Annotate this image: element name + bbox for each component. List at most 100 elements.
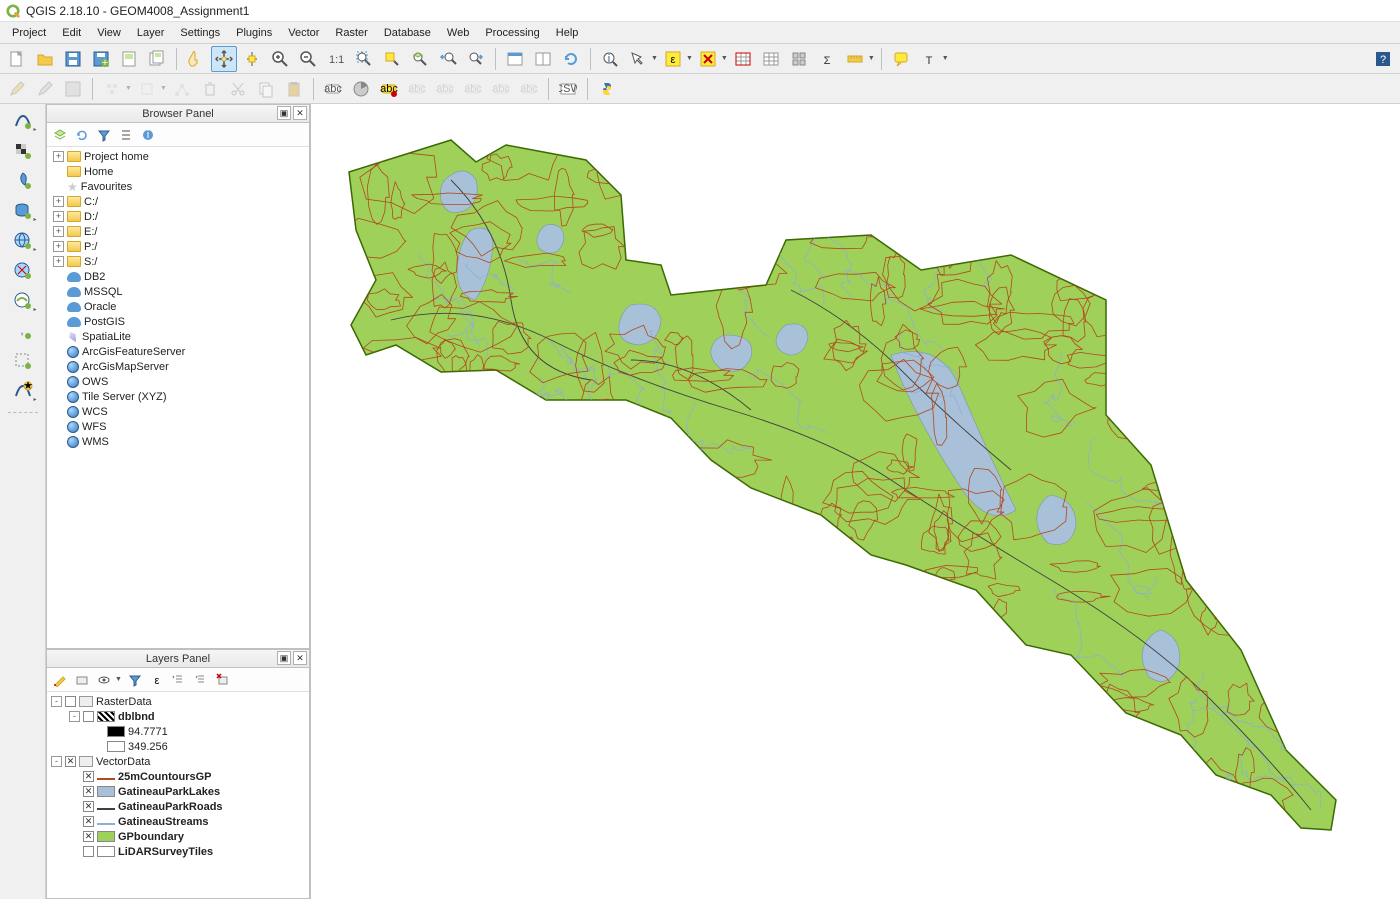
layers-panel-header[interactable]: Layers Panel ▣ ✕ (47, 650, 309, 668)
open-attribute-table-button[interactable] (730, 46, 756, 72)
layer-group[interactable]: -RasterData (49, 694, 307, 709)
refresh-button[interactable] (558, 46, 584, 72)
add-wcs-layer-button[interactable] (10, 258, 36, 284)
zoom-native-button[interactable]: 1:1 (323, 46, 349, 72)
add-virtual-layer-button[interactable] (10, 348, 36, 374)
add-group-icon[interactable] (73, 671, 91, 689)
add-delimited-layer-button[interactable]: , (10, 318, 36, 344)
zoom-last-button[interactable] (435, 46, 461, 72)
paste-button[interactable] (281, 76, 307, 102)
browser-item[interactable]: Tile Server (XYZ) (49, 389, 307, 404)
menu-web[interactable]: Web (439, 25, 477, 41)
browser-item[interactable]: ArcGisMapServer (49, 359, 307, 374)
menu-edit[interactable]: Edit (54, 25, 89, 41)
deselect-button[interactable] (695, 46, 721, 72)
menu-processing[interactable]: Processing (477, 25, 547, 41)
zoom-next-button[interactable] (463, 46, 489, 72)
menu-view[interactable]: View (89, 25, 129, 41)
current-edits-button[interactable] (4, 76, 30, 102)
composer-manager-button[interactable] (144, 46, 170, 72)
layer-item[interactable]: LiDARSurveyTiles (49, 844, 307, 859)
menu-plugins[interactable]: Plugins (228, 25, 280, 41)
refresh-icon[interactable] (73, 126, 91, 144)
browser-item[interactable]: WMS (49, 434, 307, 449)
undock-panel-button[interactable]: ▣ (277, 106, 291, 120)
menu-settings[interactable]: Settings (172, 25, 228, 41)
layer-item[interactable]: ✕25mCountoursGP (49, 769, 307, 784)
layers-tree[interactable]: -RasterData-dblbnd94.7771349.256-✕Vector… (47, 692, 309, 898)
layer-item[interactable]: ✕GatineauParkLakes (49, 784, 307, 799)
add-spatialite-layer-button[interactable] (10, 168, 36, 194)
save-project-button[interactable] (60, 46, 86, 72)
statistics-button[interactable]: Σ (814, 46, 840, 72)
browser-item[interactable]: PostGIS (49, 314, 307, 329)
add-postgis-layer-button[interactable]: ▸ (10, 198, 36, 224)
select-expression-button[interactable]: ε (660, 46, 686, 72)
layer-checkbox[interactable]: ✕ (83, 831, 94, 842)
browser-item[interactable]: +S:/ (49, 254, 307, 269)
toggle-edit-button[interactable] (32, 76, 58, 102)
expression-filter-icon[interactable]: ε (148, 671, 166, 689)
layer-checkbox[interactable] (83, 711, 94, 722)
filter-icon[interactable] (95, 126, 113, 144)
dropdown-arrow-icon[interactable]: ▼ (115, 676, 122, 683)
move-label-button[interactable]: abc (460, 76, 486, 102)
map-tips-button[interactable] (888, 46, 914, 72)
map-canvas[interactable] (310, 104, 1400, 899)
browser-item[interactable]: ★Favourites (49, 179, 307, 194)
collapse-all-icon[interactable] (117, 126, 135, 144)
zoom-out-button[interactable] (295, 46, 321, 72)
browser-item[interactable]: WFS (49, 419, 307, 434)
layer-checkbox[interactable] (65, 696, 76, 707)
manage-visibility-icon[interactable] (95, 671, 113, 689)
browser-item[interactable]: SpatiaLite (49, 329, 307, 344)
add-raster-layer-button[interactable] (10, 138, 36, 164)
layer-checkbox[interactable]: ✕ (83, 771, 94, 782)
browser-panel-header[interactable]: Browser Panel ▣ ✕ (47, 105, 309, 123)
add-layer-icon[interactable] (51, 126, 69, 144)
layer-item[interactable]: ✕GPboundary (49, 829, 307, 844)
layer-checkbox[interactable]: ✕ (83, 786, 94, 797)
cut-button[interactable] (225, 76, 251, 102)
remove-layer-icon[interactable] (214, 671, 232, 689)
tile-scale-button[interactable] (530, 46, 556, 72)
new-print-composer-button[interactable] (116, 46, 142, 72)
dropdown-arrow-icon[interactable]: ▼ (686, 55, 693, 62)
menu-database[interactable]: Database (376, 25, 439, 41)
new-project-button[interactable] (4, 46, 30, 72)
pin-labels-button[interactable]: abc (404, 76, 430, 102)
dropdown-arrow-icon[interactable]: ▼ (721, 55, 728, 62)
pan-to-selection-button[interactable] (239, 46, 265, 72)
change-label-button[interactable]: abc (516, 76, 542, 102)
zoom-in-button[interactable] (267, 46, 293, 72)
help-button[interactable]: ? (1370, 46, 1396, 72)
field-calculator-button[interactable] (758, 46, 784, 72)
browser-item[interactable]: +C:/ (49, 194, 307, 209)
undock-panel-button[interactable]: ▣ (277, 651, 291, 665)
expand-toggle[interactable]: - (69, 711, 80, 722)
layer-item[interactable]: ✕GatineauParkRoads (49, 799, 307, 814)
browser-item[interactable]: Home (49, 164, 307, 179)
touch-zoom-button[interactable] (183, 46, 209, 72)
rotate-label-button[interactable]: abc (488, 76, 514, 102)
layer-styling-icon[interactable] (51, 671, 69, 689)
save-as-button[interactable]: + (88, 46, 114, 72)
browser-item[interactable]: DB2 (49, 269, 307, 284)
close-panel-button[interactable]: ✕ (293, 651, 307, 665)
zoom-selection-button[interactable] (379, 46, 405, 72)
layer-checkbox[interactable]: ✕ (83, 801, 94, 812)
properties-icon[interactable]: i (139, 126, 157, 144)
python-console-button[interactable] (594, 76, 620, 102)
dropdown-arrow-icon[interactable]: ▼ (125, 85, 132, 92)
add-vector-layer-button[interactable]: ▸ (10, 108, 36, 134)
add-wms-layer-button[interactable]: ▸ (10, 228, 36, 254)
dropdown-arrow-icon[interactable]: ▼ (160, 85, 167, 92)
layer-checkbox[interactable]: ✕ (65, 756, 76, 767)
browser-item[interactable]: Oracle (49, 299, 307, 314)
text-annotation-button[interactable]: T (916, 46, 942, 72)
browser-item[interactable]: MSSQL (49, 284, 307, 299)
collapse-all-icon[interactable] (192, 671, 210, 689)
show-hide-labels-button[interactable]: abc (432, 76, 458, 102)
zoom-layer-button[interactable] (407, 46, 433, 72)
open-project-button[interactable] (32, 46, 58, 72)
